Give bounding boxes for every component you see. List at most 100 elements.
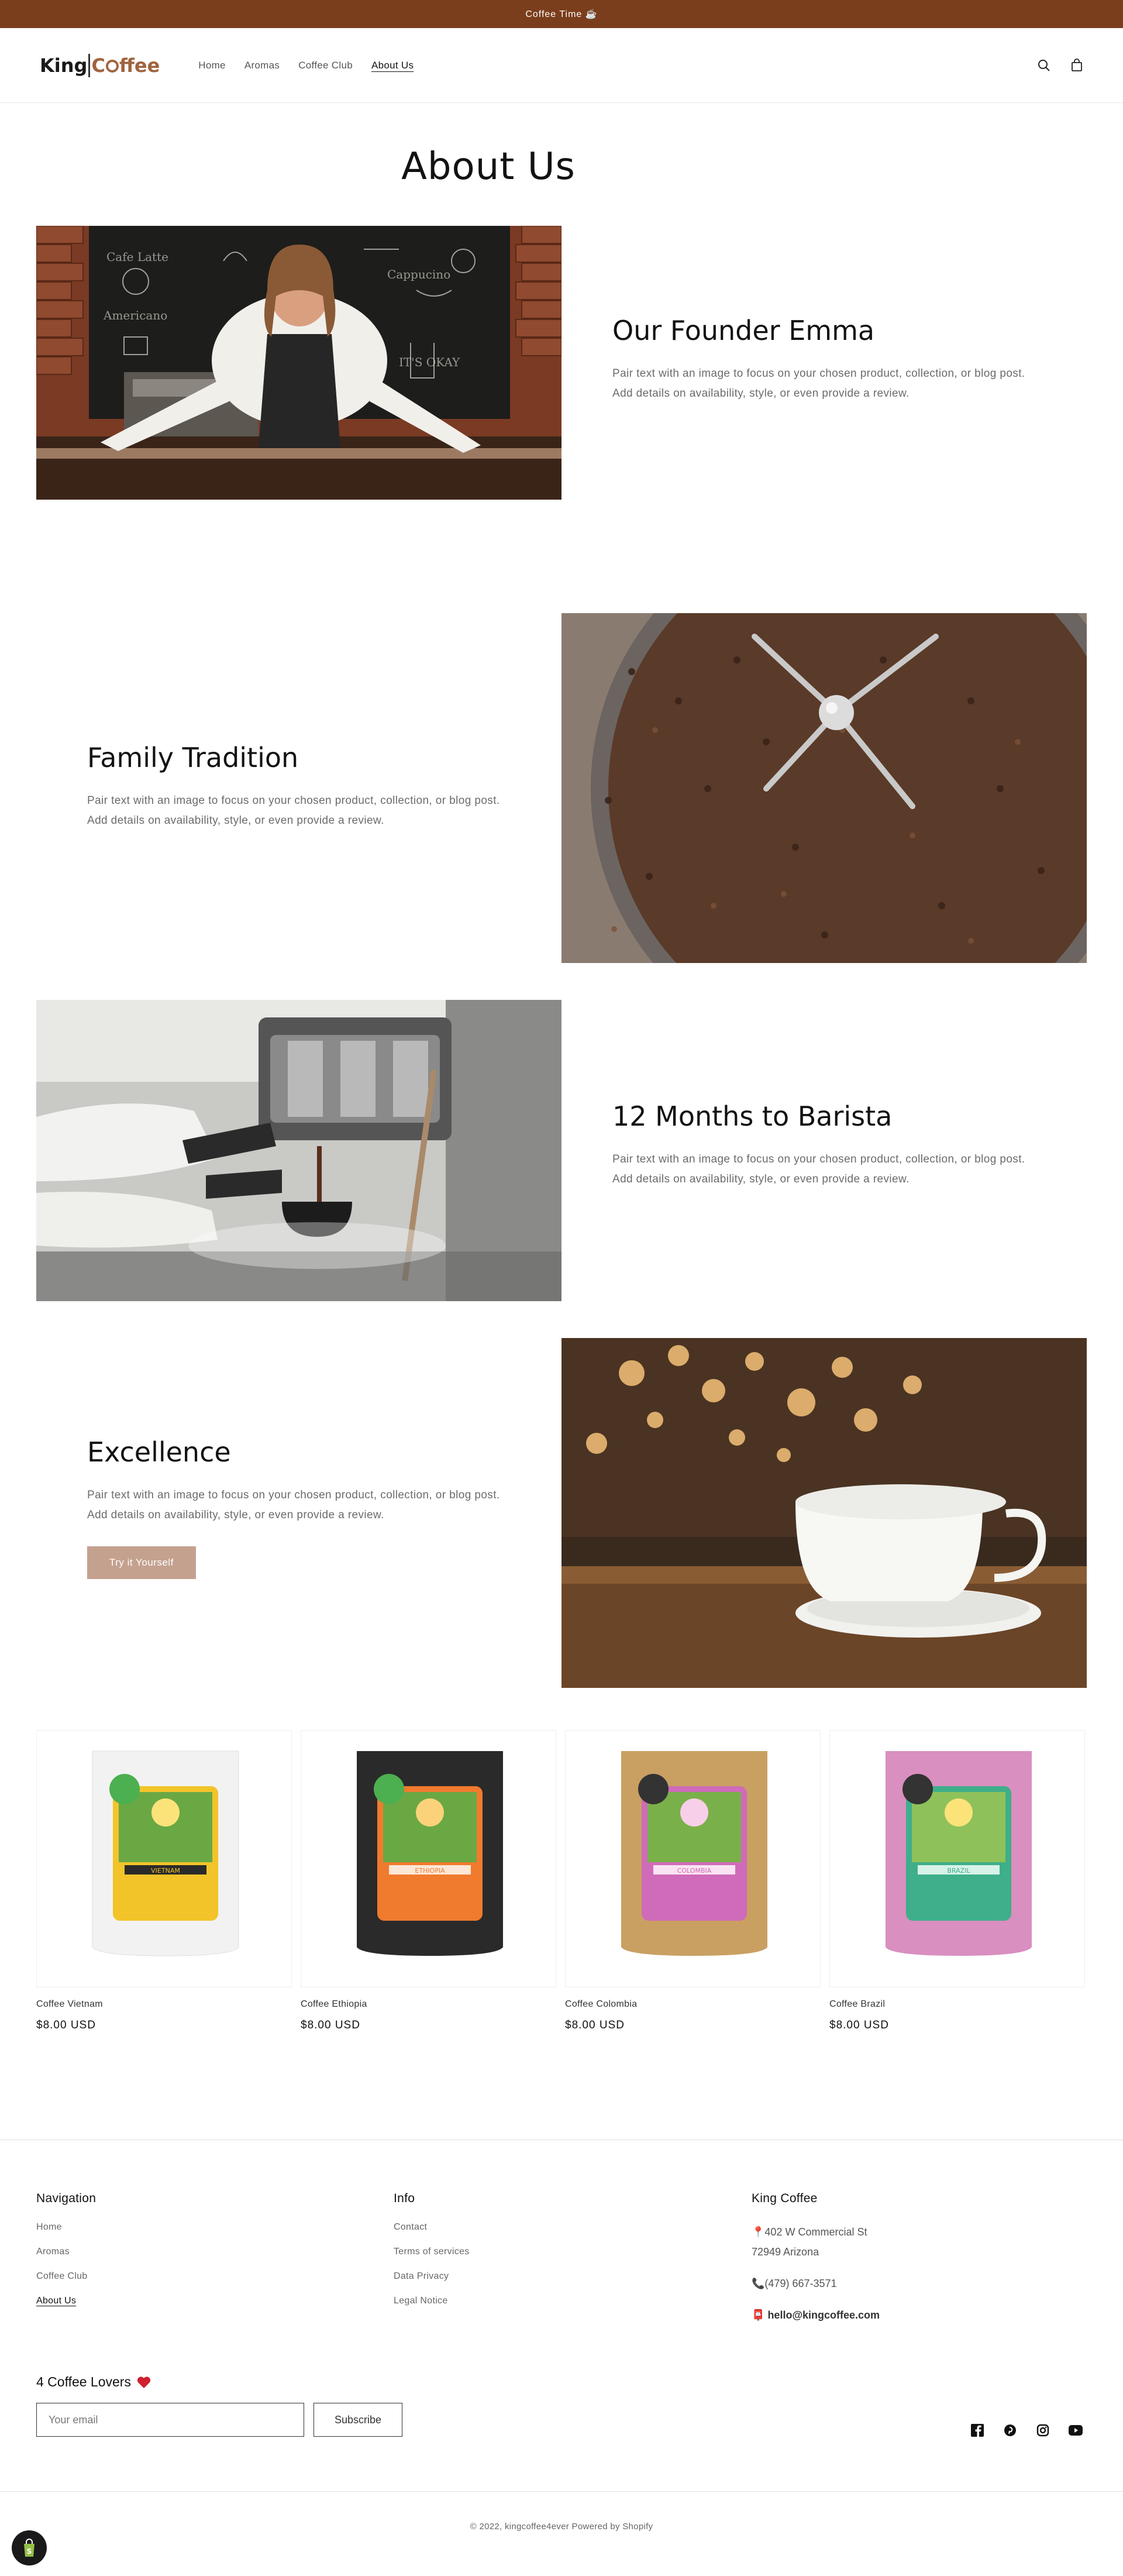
product-name[interactable]: Coffee Ethiopia — [301, 1999, 556, 2010]
footer-heading: Info — [394, 2192, 415, 2205]
product-price: $8.00 USD — [829, 2019, 889, 2031]
nav-coffee-club[interactable]: Coffee Club — [289, 54, 362, 77]
product-image[interactable]: ETHIOPIA — [301, 1730, 556, 1987]
product-name[interactable]: Coffee Brazil — [829, 1999, 1085, 2010]
try-it-yourself-button[interactable]: Try it Yourself — [87, 1546, 196, 1579]
heart-icon — [137, 2376, 151, 2388]
product-grid: VIETNAM Coffee Vietnam $8.00 USD ETHIOPI… — [0, 1730, 1123, 2140]
logo-king-text: King — [40, 54, 88, 77]
pinterest-icon[interactable] — [1003, 2423, 1018, 2438]
section-body: Pair text with an image to focus on your… — [612, 1153, 1025, 1185]
footer-link-legal[interactable]: Legal Notice — [394, 2296, 470, 2306]
section-barista: 12 Months to Barista Pair text with an i… — [0, 1000, 1123, 1338]
svg-text:Cafe Latte: Cafe Latte — [106, 250, 168, 264]
family-text-block: Family Tradition Pair text with an image… — [87, 742, 520, 831]
coffee-roaster-photo — [562, 613, 1087, 963]
espresso-machine-photo — [36, 1000, 562, 1301]
newsletter-heading: 4 Coffee Lovers — [36, 2374, 402, 2390]
map-pin-icon: 📍 — [752, 2226, 765, 2238]
product-image[interactable]: BRAZIL — [829, 1730, 1085, 1987]
footer-link-coffee-club[interactable]: Coffee Club — [36, 2271, 96, 2282]
shopify-bag-icon[interactable]: S — [12, 2530, 47, 2565]
product-card[interactable]: VIETNAM Coffee Vietnam $8.00 USD — [36, 1730, 292, 2032]
email-block: 📮 hello@kingcoffee.com — [752, 2305, 880, 2325]
founder-text-block: Our Founder Emma Pair text with an image… — [612, 315, 1045, 404]
footer-navigation: Navigation Home Aromas Coffee Club About… — [36, 2192, 96, 2320]
page-bottom: S — [0, 2494, 1123, 2576]
product-card[interactable]: ETHIOPIA Coffee Ethiopia $8.00 USD — [301, 1730, 556, 2032]
search-icon[interactable] — [1034, 56, 1054, 75]
logo-c-text: C — [91, 54, 105, 77]
section-heading: 12 Months to Barista — [612, 1100, 893, 1132]
footer-link-terms[interactable]: Terms of services — [394, 2247, 470, 2257]
coffee-cup-icon — [105, 59, 119, 73]
logo-ffee-text: ffee — [119, 54, 160, 77]
cart-icon[interactable] — [1067, 56, 1087, 75]
footer-link-about-us[interactable]: About Us — [36, 2296, 96, 2306]
logo[interactable]: King C ffee — [40, 53, 160, 77]
site-header: King C ffee Home Aromas Coffee Club Abou… — [0, 28, 1123, 103]
svg-text:IT'S OKAY: IT'S OKAY — [399, 355, 460, 369]
section-body: Pair text with an image to focus on your… — [87, 1489, 500, 1521]
section-heading: Family Tradition — [87, 742, 299, 773]
address-block: 📍402 W Commercial St 72949 Arizona — [752, 2222, 880, 2262]
product-name[interactable]: Coffee Vietnam — [36, 1999, 292, 2010]
youtube-icon[interactable] — [1068, 2423, 1083, 2438]
subscribe-button[interactable]: Subscribe — [314, 2403, 402, 2437]
footer-link-privacy[interactable]: Data Privacy — [394, 2271, 470, 2282]
footer-link-aromas[interactable]: Aromas — [36, 2247, 96, 2257]
address-line-1: 402 W Commercial St — [764, 2226, 867, 2238]
product-name[interactable]: Coffee Colombia — [565, 1999, 821, 2010]
section-body: Pair text with an image to focus on your… — [87, 795, 500, 827]
phone-icon: 📞 — [752, 2278, 765, 2289]
product-card[interactable]: BRAZIL Coffee Brazil $8.00 USD — [829, 1730, 1085, 2032]
footer-heading: King Coffee — [752, 2192, 818, 2205]
announcement-bar: Coffee Time ☕ — [0, 0, 1123, 28]
svg-text:BRAZIL: BRAZIL — [947, 1867, 970, 1875]
svg-text:Cappucino: Cappucino — [387, 267, 450, 281]
product-card[interactable]: COLOMBIA Coffee Colombia $8.00 USD — [565, 1730, 821, 2032]
svg-text:ETHIOPIA: ETHIOPIA — [415, 1867, 445, 1875]
phone-number[interactable]: (479) 667-3571 — [764, 2278, 836, 2289]
section-founder: Cafe LatteAmericanoCoffeineCappucinoIT'S… — [0, 226, 1123, 613]
nav-home[interactable]: Home — [189, 54, 235, 77]
main-nav: Home Aromas Coffee Club About Us — [189, 54, 423, 77]
product-price: $8.00 USD — [36, 2019, 96, 2031]
barista-text-block: 12 Months to Barista Pair text with an i… — [612, 1100, 1045, 1189]
product-image[interactable]: VIETNAM — [36, 1730, 292, 1987]
product-price: $8.00 USD — [565, 2019, 625, 2031]
product-price: $8.00 USD — [301, 2019, 360, 2031]
svg-text:Americano: Americano — [103, 308, 167, 322]
section-heading: Excellence — [87, 1436, 231, 1468]
section-heading: Our Founder Emma — [612, 315, 875, 346]
barista-woman-photo: Cafe LatteAmericanoCoffeineCappucinoIT'S… — [36, 226, 562, 500]
announcement-text: Coffee Time ☕ — [525, 9, 598, 19]
mailbox-icon: 📮 — [752, 2309, 765, 2321]
svg-text:VIETNAM: VIETNAM — [151, 1867, 180, 1875]
section-excellence: Excellence Pair text with an image to fo… — [0, 1338, 1123, 1730]
address-line-2: 72949 Arizona — [752, 2246, 819, 2258]
footer-link-contact[interactable]: Contact — [394, 2222, 470, 2233]
site-footer: Navigation Home Aromas Coffee Club About… — [0, 2140, 1123, 2532]
excellence-text-block: Excellence Pair text with an image to fo… — [87, 1436, 520, 1579]
svg-text:S: S — [27, 2547, 32, 2556]
email-input[interactable]: Your email — [36, 2403, 304, 2437]
section-family-tradition: Family Tradition Pair text with an image… — [0, 613, 1123, 1000]
nav-aromas[interactable]: Aromas — [235, 54, 289, 77]
section-body: Pair text with an image to focus on your… — [612, 367, 1025, 400]
footer-company: King Coffee 📍402 W Commercial St 72949 A… — [752, 2192, 880, 2325]
footer-link-home[interactable]: Home — [36, 2222, 96, 2233]
footer-heading: Navigation — [36, 2192, 97, 2205]
instagram-icon[interactable] — [1035, 2423, 1050, 2438]
facebook-icon[interactable] — [970, 2423, 985, 2438]
social-links — [970, 2423, 1083, 2438]
product-image[interactable]: COLOMBIA — [565, 1730, 821, 1987]
svg-text:COLOMBIA: COLOMBIA — [677, 1867, 712, 1875]
footer-info: Info Contact Terms of services Data Priv… — [394, 2192, 470, 2320]
page-title: About Us — [401, 145, 576, 188]
newsletter: 4 Coffee Lovers Your email Subscribe — [36, 2374, 402, 2437]
email-address[interactable]: hello@kingcoffee.com — [767, 2309, 880, 2321]
coffee-cup-photo — [562, 1338, 1087, 1688]
nav-about-us[interactable]: About Us — [362, 54, 423, 77]
phone-block: 📞(479) 667-3571 — [752, 2274, 880, 2293]
